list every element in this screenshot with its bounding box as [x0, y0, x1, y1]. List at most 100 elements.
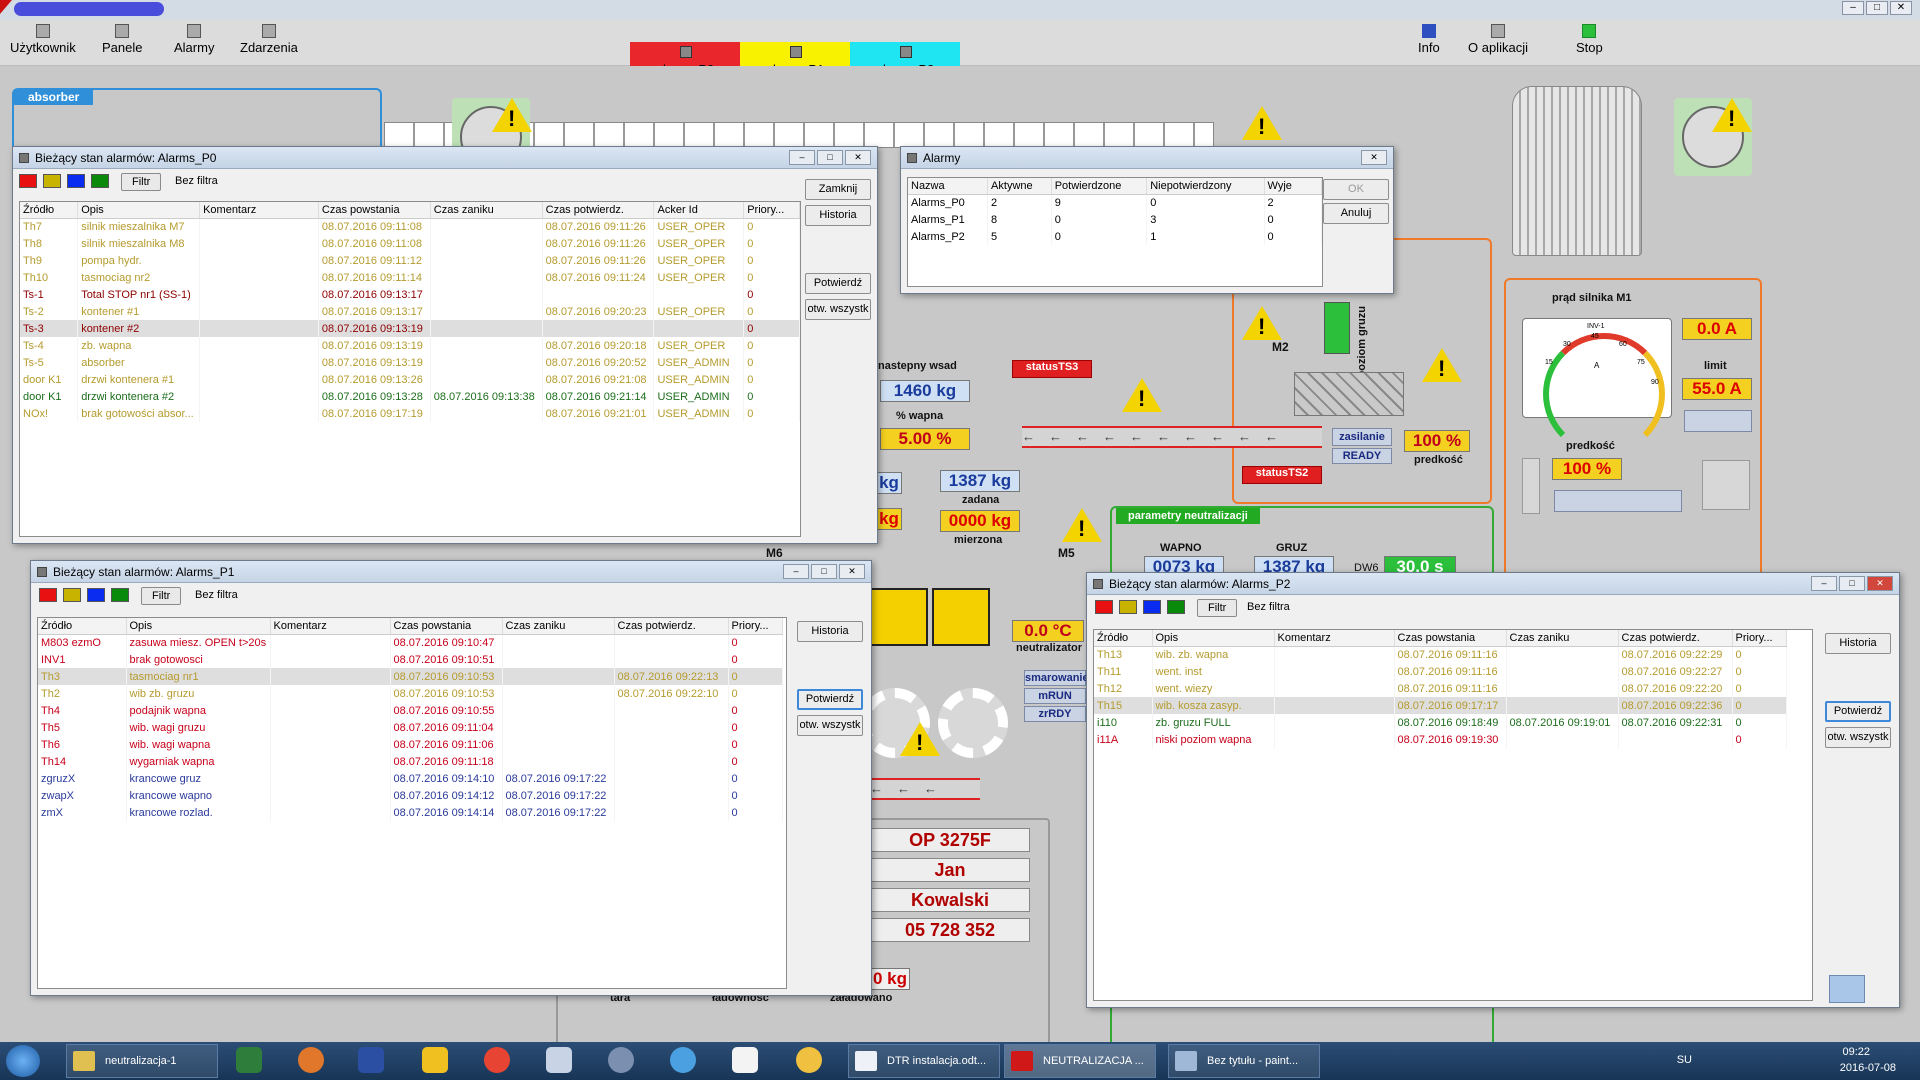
- toolbar-info[interactable]: Info: [1418, 24, 1440, 55]
- alarms-p1-titlebar[interactable]: Bieżący stan alarmów: Alarms_P1 – □ ✕: [31, 561, 871, 583]
- table-row[interactable]: zmX krancowe rozlad. 08.07.2016 09:14:14 08…: [38, 804, 783, 821]
- column-header[interactable]: Niepotwierdzony: [1146, 178, 1265, 195]
- table-row[interactable]: Th2 wib zb. gruzu 08.07.2016 09:10:53 08.07…: [38, 685, 783, 702]
- acknowledge-button[interactable]: Potwierdź: [1825, 701, 1891, 722]
- column-header[interactable]: Czas zaniku: [430, 202, 543, 219]
- lubrication-button[interactable]: smarowanie: [1024, 670, 1089, 686]
- table-row[interactable]: Alarms_P0 2 9 0 2: [908, 194, 1322, 211]
- firefox-icon[interactable]: [298, 1047, 324, 1073]
- column-header[interactable]: Czas powstania: [318, 202, 431, 219]
- close-icon[interactable]: ✕: [1361, 150, 1387, 165]
- toolbar-alarms[interactable]: Alarmy: [174, 24, 214, 55]
- table-row[interactable]: Th12 went. wiezy 08.07.2016 09:11:16 08.07.…: [1094, 680, 1787, 697]
- column-header[interactable]: Opis: [1152, 630, 1275, 647]
- filter-blue-swatch[interactable]: [67, 174, 85, 188]
- chrome-icon[interactable]: [484, 1047, 510, 1073]
- scroll-down-icon[interactable]: [1829, 975, 1865, 1003]
- filter-red-swatch[interactable]: [19, 174, 37, 188]
- column-header[interactable]: Komentarz: [1274, 630, 1395, 647]
- taskbar-neutralizacja[interactable]: NEUTRALIZACJA ...: [1004, 1044, 1156, 1078]
- close-icon[interactable]: ✕: [1890, 1, 1912, 15]
- minimize-icon[interactable]: –: [783, 564, 809, 579]
- filter-button[interactable]: Filtr: [141, 587, 182, 605]
- table-row[interactable]: door K1 drzwi kontenera #2 08.07.2016 09:1…: [20, 388, 800, 405]
- toolbar-about[interactable]: O aplikacji: [1468, 24, 1528, 55]
- app-icon[interactable]: [796, 1047, 822, 1073]
- close-button[interactable]: Zamknij: [805, 179, 871, 200]
- table-row[interactable]: M803 ezmO zasuwa miesz. OPEN t>20s 08.07.2…: [38, 634, 783, 651]
- document-icon[interactable]: [732, 1047, 758, 1073]
- language-indicator[interactable]: SU: [1677, 1054, 1692, 1066]
- app-icon[interactable]: [608, 1047, 634, 1073]
- toolbar-events[interactable]: Zdarzenia: [240, 24, 298, 55]
- column-header[interactable]: Opis: [126, 618, 271, 635]
- cancel-button[interactable]: Anuluj: [1323, 203, 1389, 224]
- column-header[interactable]: Potwierdzone: [1051, 178, 1148, 195]
- app-icon[interactable]: [422, 1047, 448, 1073]
- filter-red-swatch[interactable]: [39, 588, 57, 602]
- table-row[interactable]: Ts-3 kontener #2 08.07.2016 09:13:19 0: [20, 320, 800, 337]
- terminal-icon[interactable]: [236, 1047, 262, 1073]
- filter-button[interactable]: Filtr: [121, 173, 162, 191]
- column-header[interactable]: Czas zaniku: [1506, 630, 1619, 647]
- alarms-p2-titlebar[interactable]: Bieżący stan alarmów: Alarms_P2 – □ ✕: [1087, 573, 1899, 595]
- filter-red-swatch[interactable]: [1095, 600, 1113, 614]
- start-button[interactable]: [6, 1045, 40, 1077]
- table-row[interactable]: Alarms_P1 8 0 3 0: [908, 211, 1322, 228]
- column-header[interactable]: Nazwa: [908, 178, 989, 195]
- table-row[interactable]: Th7 silnik mieszalnika M7 08.07.2016 09:11…: [20, 218, 800, 235]
- close-icon[interactable]: ✕: [845, 150, 871, 165]
- open-all-button[interactable]: otw. wszystk: [805, 299, 871, 320]
- column-header[interactable]: Acker Id: [653, 202, 745, 219]
- column-header[interactable]: Komentarz: [199, 202, 319, 219]
- column-header[interactable]: Czas zaniku: [502, 618, 615, 635]
- power-supply-button[interactable]: zasilanie: [1332, 428, 1392, 446]
- app-icon[interactable]: [670, 1047, 696, 1073]
- taskbar-writer[interactable]: DTR instalacja.odt...: [848, 1044, 1000, 1078]
- history-button[interactable]: Historia: [797, 621, 863, 642]
- table-row[interactable]: Th11 went. inst 08.07.2016 09:11:16 08.07.2…: [1094, 663, 1787, 680]
- maximize-icon[interactable]: □: [811, 564, 837, 579]
- minimize-icon[interactable]: –: [1811, 576, 1837, 591]
- neutralization-params-tag[interactable]: parametry neutralizacji: [1116, 508, 1260, 524]
- ok-button[interactable]: OK: [1323, 179, 1389, 200]
- table-row[interactable]: Th15 wib. kosza zasyp. 08.07.2016 09:17:17…: [1094, 697, 1787, 714]
- table-row[interactable]: Ts-2 kontener #1 08.07.2016 09:13:17 08.07.…: [20, 303, 800, 320]
- column-header[interactable]: Priory...: [743, 202, 800, 219]
- history-button[interactable]: Historia: [805, 205, 871, 226]
- close-icon[interactable]: ✕: [1867, 576, 1893, 591]
- table-row[interactable]: zgruzX krancowe gruz 08.07.2016 09:14:10 08…: [38, 770, 783, 787]
- table-row[interactable]: Th8 silnik mieszalnika M8 08.07.2016 09:11…: [20, 235, 800, 252]
- acknowledge-button[interactable]: Potwierdź: [797, 689, 863, 710]
- table-row[interactable]: Alarms_P2 5 0 1 0: [908, 228, 1322, 245]
- limit-stepper[interactable]: [1684, 410, 1752, 432]
- table-row[interactable]: Ts-4 zb. wapna 08.07.2016 09:13:19 08.07.20…: [20, 337, 800, 354]
- filter-green-swatch[interactable]: [111, 588, 129, 602]
- filter-green-swatch[interactable]: [91, 174, 109, 188]
- acknowledge-button[interactable]: Potwierdź: [805, 273, 871, 294]
- table-row[interactable]: Th10 tasmociag nr2 08.07.2016 09:11:14 08.0…: [20, 269, 800, 286]
- taskbar-paint[interactable]: Bez tytułu - paint...: [1168, 1044, 1320, 1078]
- table-row[interactable]: NOx! brak gotowości absor... 08.07.2016 09…: [20, 405, 800, 422]
- column-header[interactable]: Czas potwierdz.: [1618, 630, 1733, 647]
- save-icon[interactable]: [358, 1047, 384, 1073]
- column-header[interactable]: Komentarz: [270, 618, 391, 635]
- table-row[interactable]: Th13 wib. zb. wapna 08.07.2016 09:11:16 08.…: [1094, 646, 1787, 663]
- column-header[interactable]: Czas powstania: [390, 618, 503, 635]
- absorber-tag[interactable]: absorber: [14, 89, 94, 105]
- status-ts3-badge[interactable]: statusTS3: [1012, 360, 1092, 378]
- side-scrollbar[interactable]: [1522, 458, 1540, 514]
- close-icon[interactable]: ✕: [839, 564, 865, 579]
- toolbar-stop[interactable]: Stop: [1576, 24, 1603, 55]
- table-row[interactable]: door K1 drzwi kontenera #1 08.07.2016 09:1…: [20, 371, 800, 388]
- minimize-icon[interactable]: –: [789, 150, 815, 165]
- column-header[interactable]: Opis: [77, 202, 201, 219]
- maximize-icon[interactable]: □: [1866, 1, 1888, 15]
- table-row[interactable]: Th14 wygarniak wapna 08.07.2016 09:11:18 0: [38, 753, 783, 770]
- column-header[interactable]: Priory...: [728, 618, 783, 635]
- alarms-p0-titlebar[interactable]: Bieżący stan alarmów: Alarms_P0 – □ ✕: [13, 147, 877, 169]
- table-row[interactable]: zwapX krancowe wapno 08.07.2016 09:14:12 08…: [38, 787, 783, 804]
- table-row[interactable]: Th6 wib. wagi wapna 08.07.2016 09:11:06 0: [38, 736, 783, 753]
- calculator-icon[interactable]: [546, 1047, 572, 1073]
- maximize-icon[interactable]: □: [1839, 576, 1865, 591]
